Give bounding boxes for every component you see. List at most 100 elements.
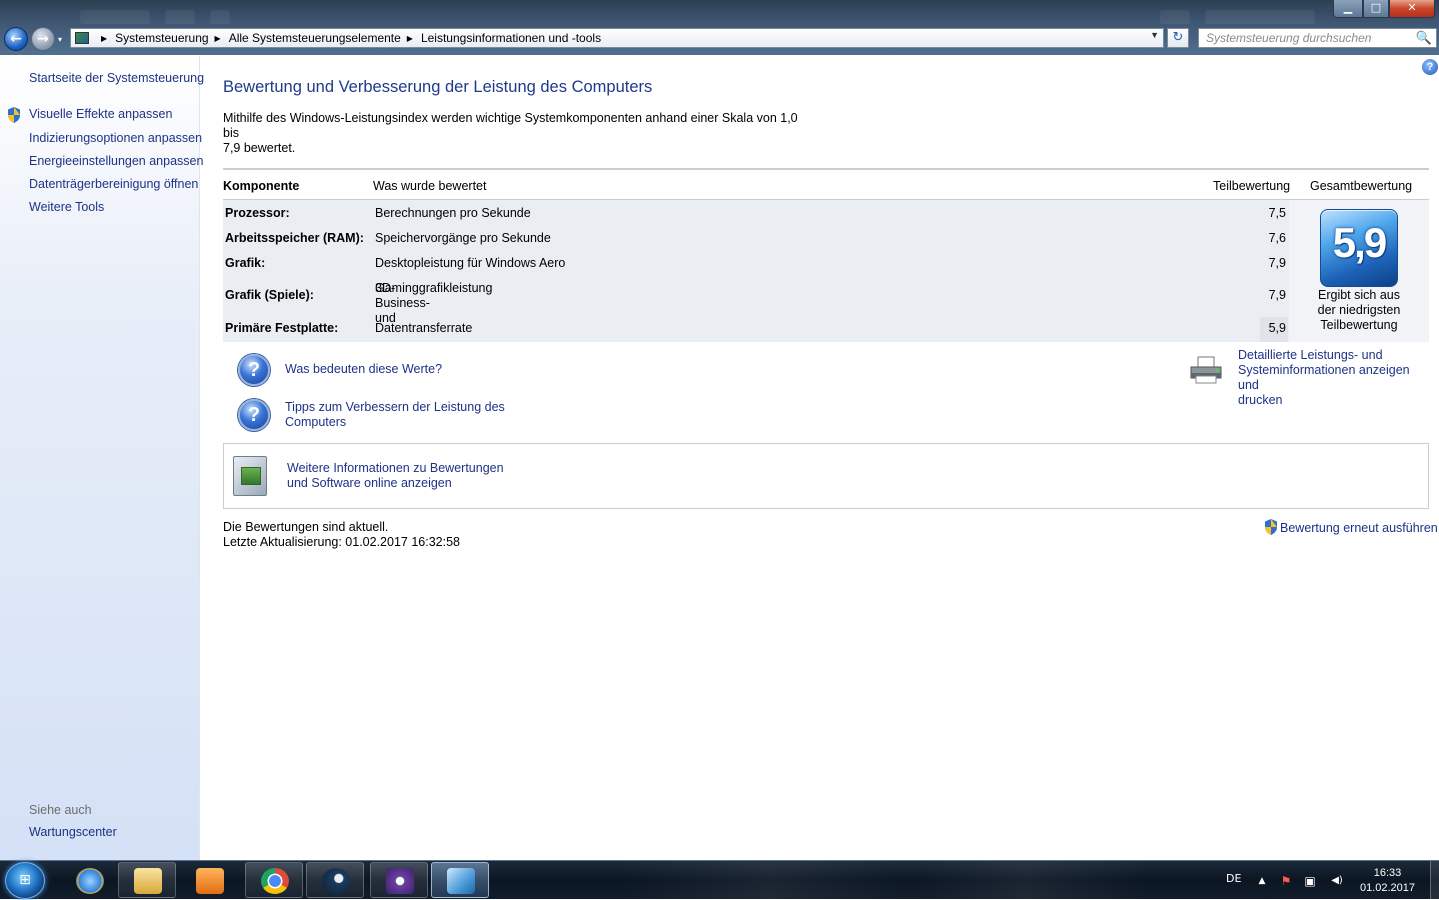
- sidebar-item-power[interactable]: Energieeinstellungen anpassen: [29, 154, 203, 168]
- taskbar-chrome[interactable]: [245, 862, 303, 898]
- refresh-button[interactable]: ↻: [1167, 28, 1189, 48]
- row-what-line: Gaminggrafikleistung: [375, 281, 493, 295]
- status-last-update: Letzte Aktualisierung: 01.02.2017 16:32:…: [223, 535, 460, 549]
- task-sidebar: Startseite der Systemsteuerung Visuelle …: [0, 56, 204, 860]
- taskbar-steam[interactable]: [306, 862, 364, 898]
- table-header: Komponente Was wurde bewertet Teilbewert…: [223, 170, 1429, 200]
- network-icon[interactable]: ▣: [1303, 874, 1317, 888]
- row-what: Desktopleistung für Windows Aero: [375, 256, 566, 270]
- control-panel-icon: [75, 32, 89, 44]
- software-box-icon: [233, 456, 267, 496]
- recent-pages-dropdown[interactable]: ▾: [58, 35, 62, 44]
- header-component: Komponente: [223, 179, 300, 193]
- help-links-area: ? Was bedeuten diese Werte? ? Tipps zum …: [223, 342, 1429, 442]
- taskbar-control-panel[interactable]: [431, 862, 489, 898]
- title-bar: ▁ □ ✕ ← → ▾ ▶ Systemsteuerung ▶ Alle Sys…: [0, 0, 1439, 55]
- taskbar-explorer[interactable]: [118, 862, 176, 898]
- clock[interactable]: 16:33 01.02.2017: [1350, 866, 1425, 896]
- address-dropdown-icon[interactable]: ▼: [1150, 30, 1159, 40]
- folder-icon: [134, 868, 162, 894]
- sidebar-item-indexing[interactable]: Indizierungsoptionen anpassen: [29, 131, 202, 145]
- address-bar[interactable]: ▶ Systemsteuerung ▶ Alle Systemsteuerung…: [70, 28, 1164, 48]
- sidebar-item-visual-effects[interactable]: Visuelle Effekte anpassen: [29, 107, 172, 121]
- start-button[interactable]: ⊞: [5, 862, 45, 899]
- link-line: und Software online anzeigen: [287, 476, 452, 490]
- taskbar-media-player[interactable]: [180, 862, 238, 898]
- language-indicator[interactable]: DE: [1226, 872, 1241, 885]
- row-what: Datentransferrate: [375, 321, 473, 335]
- question-icon[interactable]: ?: [238, 399, 270, 431]
- cpu-icon: [386, 868, 414, 894]
- ghost-text: [210, 10, 230, 24]
- sidebar-item-more-tools[interactable]: Weitere Tools: [29, 200, 104, 214]
- row-score: 7,5: [1268, 206, 1286, 220]
- detailed-info-print-link[interactable]: Detaillierte Leistungs- und Systeminform…: [1238, 348, 1429, 408]
- header-basescore: Gesamtbewertung: [1310, 179, 1413, 193]
- taskbar-cpu-app[interactable]: [370, 862, 428, 898]
- action-center-flag-icon[interactable]: ⚑: [1279, 874, 1293, 888]
- search-input[interactable]: Systemsteuerung durchsuchen 🔍: [1198, 28, 1437, 48]
- base-score-badge: 5,9: [1320, 209, 1398, 287]
- minimize-button[interactable]: ▁: [1333, 0, 1363, 18]
- volume-icon[interactable]: ◀): [1327, 874, 1347, 888]
- taskbar-wallpaper-glow: [900, 861, 1150, 900]
- improve-performance-tips-link[interactable]: Tipps zum Verbessern der Leistung des Co…: [285, 400, 505, 430]
- forward-button[interactable]: →: [31, 27, 55, 51]
- row-score: 7,9: [1268, 288, 1286, 302]
- breadcrumb-separator[interactable]: ▶: [215, 34, 221, 43]
- close-button[interactable]: ✕: [1389, 0, 1435, 18]
- link-line: Systeminformationen anzeigen und: [1238, 363, 1410, 392]
- base-score-caption: Ergibt sich aus der niedrigsten Teilbewe…: [1289, 288, 1429, 333]
- row-component: Arbeitsspeicher (RAM):: [225, 231, 364, 245]
- caption-line: Ergibt sich aus: [1318, 288, 1400, 302]
- forward-arrow-icon: →: [37, 31, 49, 47]
- link-line: Weitere Informationen zu Bewertungen: [287, 461, 504, 475]
- back-button[interactable]: ←: [4, 27, 28, 51]
- header-subscore: Teilbewertung: [1213, 179, 1291, 193]
- taskbar: ⊞ DE ▲ ⚑ ▣ ◀) 16:33 01.02.2017: [0, 860, 1439, 900]
- help-icon[interactable]: ?: [1422, 59, 1438, 75]
- taskbar-wallpaper-glow: [620, 861, 920, 900]
- base-score-panel: 5,9 Ergibt sich aus der niedrigsten Teil…: [1289, 200, 1429, 342]
- table-body: Prozessor: Berechnungen pro Sekunde 7,5 …: [223, 200, 1429, 342]
- uac-shield-icon: [1264, 519, 1278, 535]
- what-do-scores-mean-link[interactable]: Was bedeuten diese Werte?: [285, 362, 442, 377]
- clock-date: 01.02.2017: [1359, 882, 1416, 894]
- rerun-assessment-link[interactable]: Bewertung erneut ausführen: [1264, 519, 1438, 535]
- tray-expand-icon[interactable]: ▲: [1255, 874, 1269, 888]
- row-component: Grafik:: [225, 256, 266, 270]
- header-what: Was wurde bewertet: [373, 179, 487, 193]
- breadcrumb-leistungsinformationen[interactable]: Leistungsinformationen und -tools: [421, 31, 601, 45]
- breadcrumb-alle-elemente[interactable]: Alle Systemsteuerungselemente: [229, 31, 401, 45]
- online-info-box: Weitere Informationen zu Bewertungen und…: [223, 443, 1429, 509]
- printer-icon[interactable]: [1189, 356, 1223, 384]
- uac-shield-icon: [7, 107, 21, 123]
- link-line: Computers: [285, 415, 347, 429]
- ghost-text: [1160, 10, 1190, 24]
- show-desktop-button[interactable]: [1430, 861, 1439, 900]
- ghost-text: [1205, 10, 1315, 24]
- intro-line: 7,9 bewertet.: [223, 141, 296, 155]
- breadcrumb-separator[interactable]: ▶: [101, 34, 107, 43]
- main-content: ? Bewertung und Verbesserung der Leistun…: [201, 56, 1439, 860]
- status-current: Die Bewertungen sind aktuell.: [223, 520, 389, 534]
- question-icon[interactable]: ?: [238, 354, 270, 386]
- steam-icon: [322, 868, 350, 894]
- taskbar-internet-explorer[interactable]: [60, 862, 118, 898]
- intro-text: Mithilfe des Windows-Leistungsindex werd…: [223, 111, 813, 156]
- sidebar-item-disk-cleanup[interactable]: Datenträgerbereinigung öffnen: [29, 177, 198, 191]
- search-placeholder: Systemsteuerung durchsuchen: [1206, 31, 1372, 45]
- caption-line: Teilbewertung: [1320, 318, 1398, 332]
- chrome-icon: [261, 868, 289, 894]
- sidebar-home-link[interactable]: Startseite der Systemsteuerung: [29, 71, 204, 85]
- search-icon[interactable]: 🔍: [1416, 30, 1432, 46]
- row-component: Grafik (Spiele):: [225, 288, 314, 302]
- breadcrumb-systemsteuerung[interactable]: Systemsteuerung: [115, 31, 208, 45]
- see-also-heading: Siehe auch: [29, 803, 92, 817]
- link-line: Detaillierte Leistungs- und: [1238, 348, 1383, 362]
- breadcrumb-separator[interactable]: ▶: [407, 34, 413, 43]
- online-info-link[interactable]: Weitere Informationen zu Bewertungen und…: [287, 461, 504, 491]
- maximize-button[interactable]: □: [1363, 0, 1389, 18]
- back-arrow-icon: ←: [10, 31, 22, 47]
- sidebar-item-action-center[interactable]: Wartungscenter: [29, 825, 117, 839]
